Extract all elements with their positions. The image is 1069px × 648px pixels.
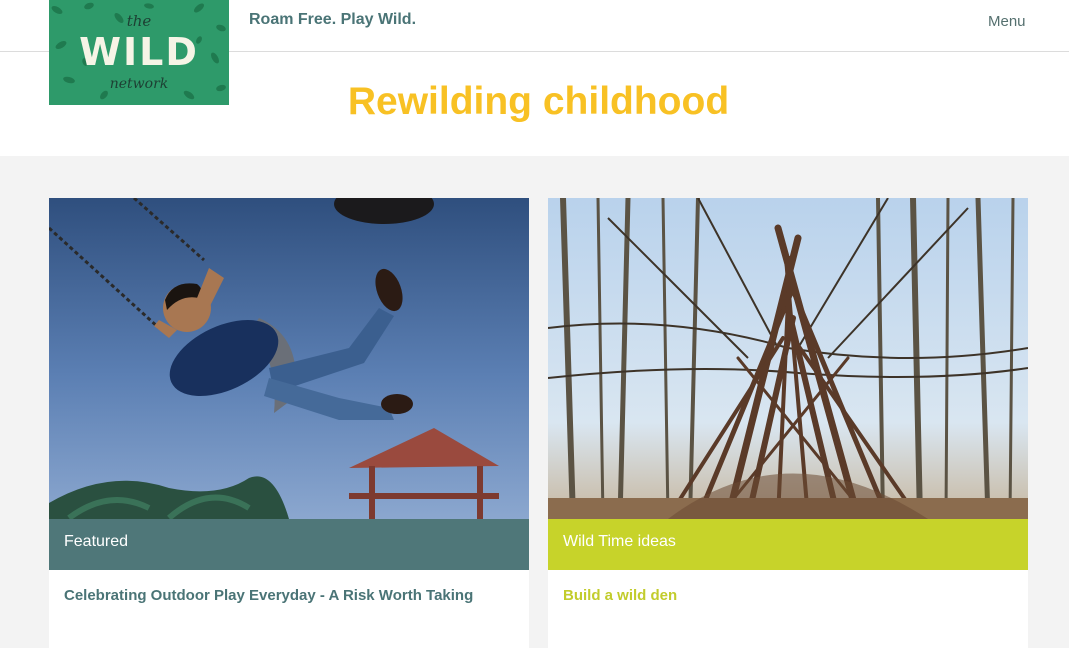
logo-text-wild: WILD — [79, 30, 199, 74]
article-title-link[interactable]: Celebrating Outdoor Play Everyday - A Ri… — [64, 587, 514, 604]
site-logo[interactable]: the WILD network — [49, 0, 229, 105]
article-card-wild-time[interactable]: Wild Time ideas Build a wild den — [548, 198, 1028, 648]
article-title-link[interactable]: Build a wild den — [563, 587, 1013, 604]
menu-button[interactable]: Menu — [988, 13, 1026, 30]
stick-den-in-woods-photo[interactable] — [548, 198, 1028, 519]
article-card-featured[interactable]: Featured Celebrating Outdoor Play Everyd… — [49, 198, 529, 648]
logo-text-the: the — [126, 12, 152, 30]
category-label[interactable]: Wild Time ideas — [548, 519, 1028, 570]
site-tagline: Roam Free. Play Wild. — [249, 11, 417, 28]
category-label[interactable]: Featured — [49, 519, 529, 570]
boy-on-swing-photo[interactable] — [49, 198, 529, 519]
logo-text-network: network — [109, 76, 169, 92]
